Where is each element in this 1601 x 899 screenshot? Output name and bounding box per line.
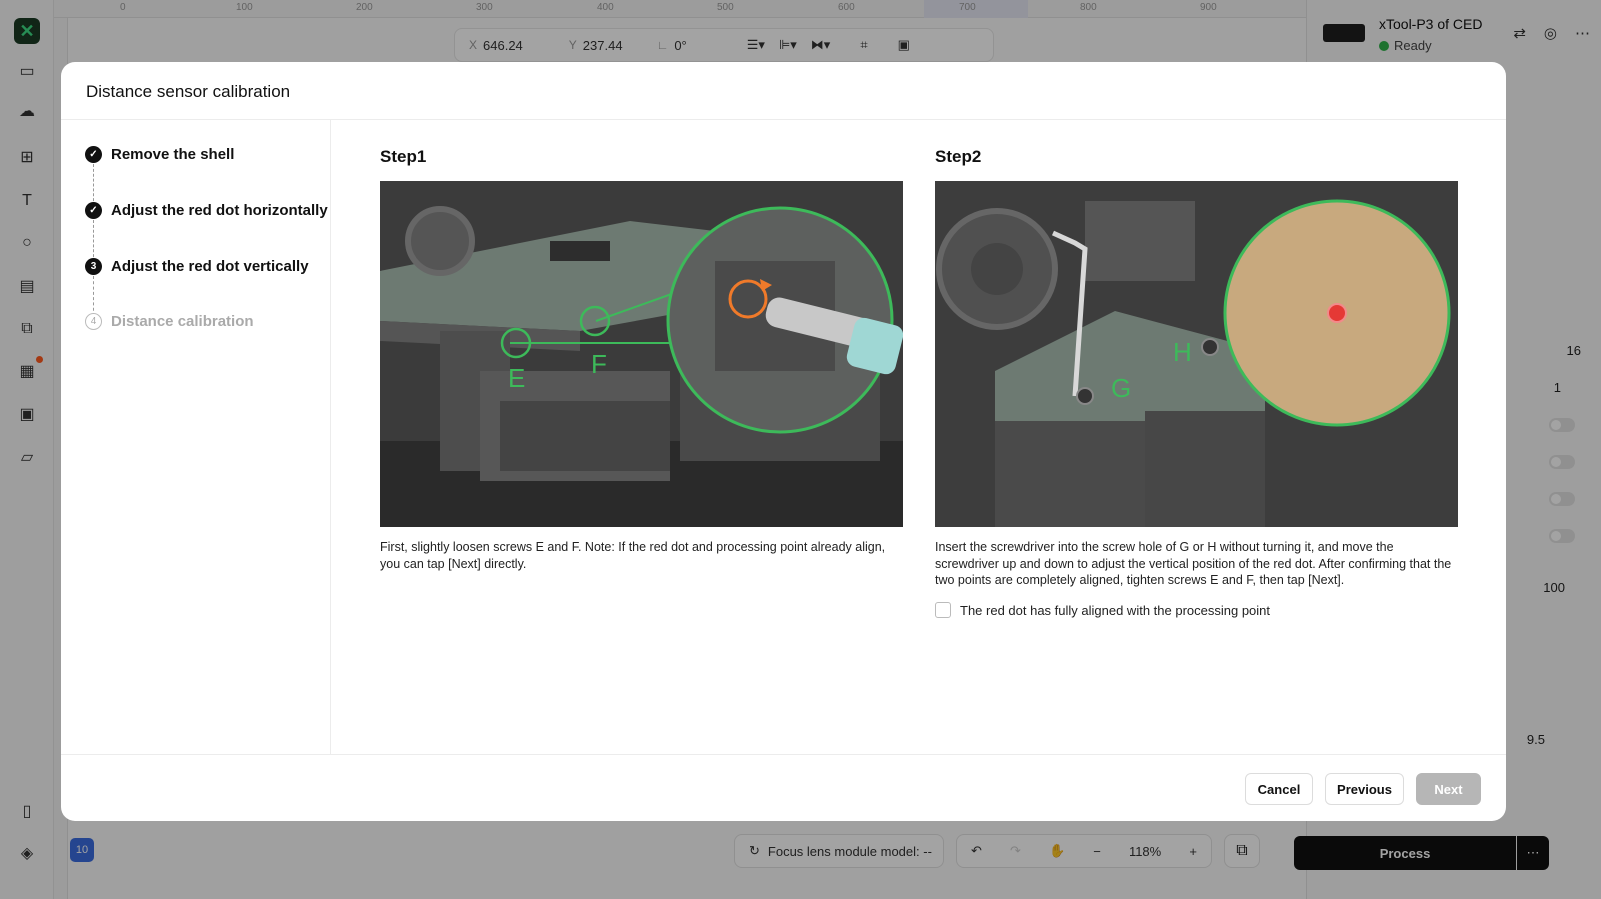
dialog-footer: Cancel Previous Next bbox=[61, 754, 1506, 821]
screw-label-f: F bbox=[591, 349, 607, 379]
alignment-checkbox-label[interactable]: The red dot has fully aligned with the p… bbox=[960, 603, 1270, 618]
step1-title: Step1 bbox=[380, 147, 427, 166]
screw-label-e: E bbox=[508, 363, 525, 393]
step-label: Distance calibration bbox=[111, 313, 254, 330]
step-label: Adjust the red dot horizontally bbox=[111, 202, 328, 219]
screw-label-h: H bbox=[1173, 337, 1192, 367]
step1-description: First, slightly loosen screws E and F. N… bbox=[380, 540, 886, 571]
step2-title: Step2 bbox=[935, 147, 982, 166]
dialog-content: Step1 E F First, slightly loosen screws … bbox=[331, 120, 1506, 754]
step1-machine-svg: E F bbox=[380, 181, 903, 527]
step-item-distance-calibration: 4 Distance calibration bbox=[85, 313, 254, 330]
alignment-confirm-row[interactable]: The red dot has fully aligned with the p… bbox=[935, 602, 1270, 618]
step-item-adjust-vertical: 3 Adjust the red dot vertically bbox=[85, 258, 309, 275]
step2-illustration: G H bbox=[935, 181, 1458, 527]
steps-list: ✓ Remove the shell ✓ Adjust the red dot … bbox=[61, 120, 331, 754]
step2-machine-svg: G H bbox=[935, 181, 1458, 527]
check-icon: ✓ bbox=[85, 146, 102, 163]
screw-label-g: G bbox=[1111, 373, 1131, 403]
step-item-remove-shell: ✓ Remove the shell bbox=[85, 146, 234, 163]
calibration-dialog: Distance sensor calibration ✓ Remove the… bbox=[61, 62, 1506, 821]
step-label: Remove the shell bbox=[111, 146, 235, 163]
step-number: 4 bbox=[85, 313, 102, 330]
dialog-header: Distance sensor calibration bbox=[61, 62, 1506, 120]
step-label: Adjust the red dot vertically bbox=[111, 258, 309, 275]
step2-description: Insert the screwdriver into the screw ho… bbox=[935, 540, 1452, 587]
alignment-checkbox[interactable] bbox=[935, 602, 951, 618]
step1-illustration: E F bbox=[380, 181, 903, 527]
check-icon: ✓ bbox=[85, 202, 102, 219]
dialog-title: Distance sensor calibration bbox=[86, 82, 291, 101]
step-connector bbox=[93, 276, 94, 316]
next-button[interactable]: Next bbox=[1416, 773, 1481, 805]
step-item-adjust-horizontal: ✓ Adjust the red dot horizontally bbox=[85, 202, 328, 219]
step-connector bbox=[93, 220, 94, 262]
step-connector bbox=[93, 164, 94, 206]
previous-button[interactable]: Previous bbox=[1325, 773, 1404, 805]
step-number: 3 bbox=[85, 258, 102, 275]
cancel-button[interactable]: Cancel bbox=[1245, 773, 1313, 805]
